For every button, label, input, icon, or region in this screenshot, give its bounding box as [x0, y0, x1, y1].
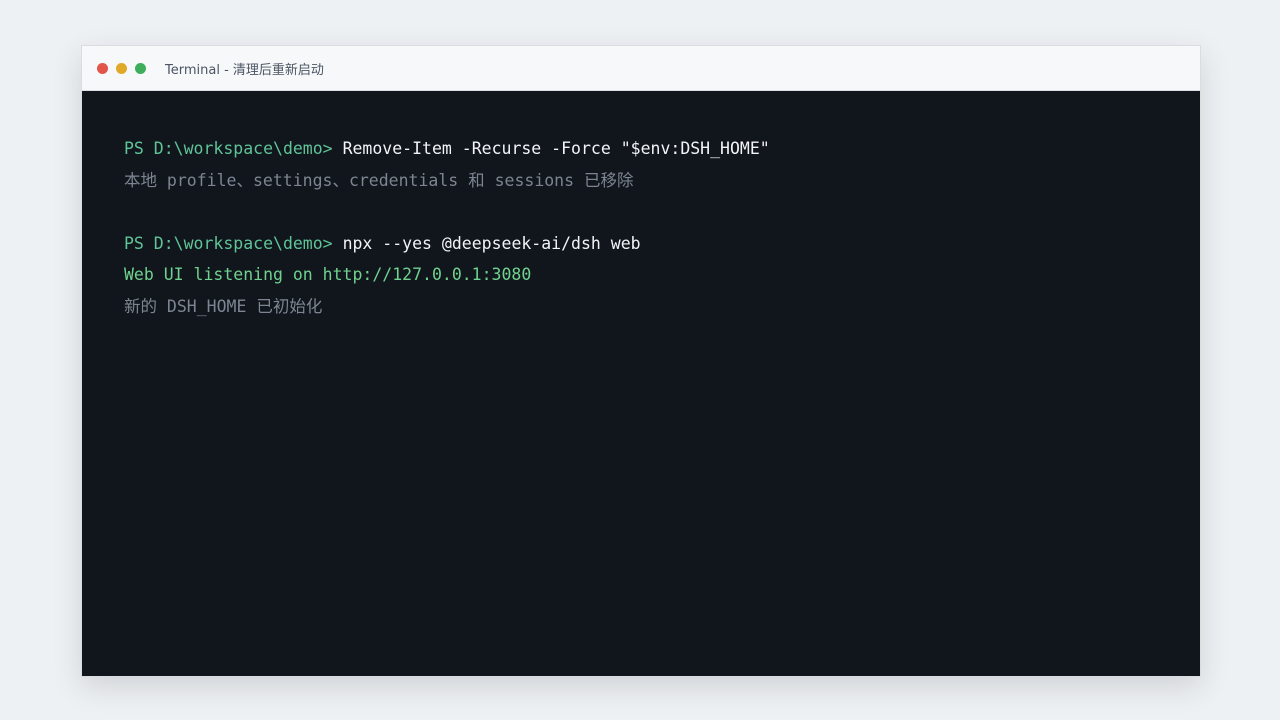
- prompt: PS D:\workspace\demo>: [124, 233, 333, 253]
- command-text: npx --yes @deepseek-ai/dsh web: [342, 233, 641, 253]
- title-bar: Terminal - 清理后重新启动: [82, 46, 1200, 91]
- output-line: 新的 DSH_HOME 已初始化: [124, 296, 323, 316]
- minimize-window-button[interactable]: [116, 62, 127, 74]
- output-line: 本地 profile、settings、credentials 和 sessio…: [124, 170, 634, 190]
- command-text: Remove-Item -Recurse -Force "$env:DSH_HO…: [342, 139, 770, 158]
- maximize-window-button[interactable]: [135, 62, 146, 74]
- terminal-window: Terminal - 清理后重新启动 PS D:\workspace\demo>…: [81, 45, 1201, 677]
- close-window-button[interactable]: [97, 62, 108, 74]
- command-line: PS D:\workspace\demo> npx --yes @deepsee…: [124, 228, 1200, 260]
- terminal-output[interactable]: PS D:\workspace\demo> Remove-Item -Recur…: [82, 91, 1200, 676]
- command-line: PS D:\workspace\demo> Remove-Item -Recur…: [124, 133, 1200, 165]
- window-title: Terminal - 清理后重新启动: [165, 62, 324, 78]
- success-output-line: Web UI listening on http://127.0.0.1:308…: [124, 265, 532, 284]
- prompt: PS D:\workspace\demo>: [124, 139, 333, 158]
